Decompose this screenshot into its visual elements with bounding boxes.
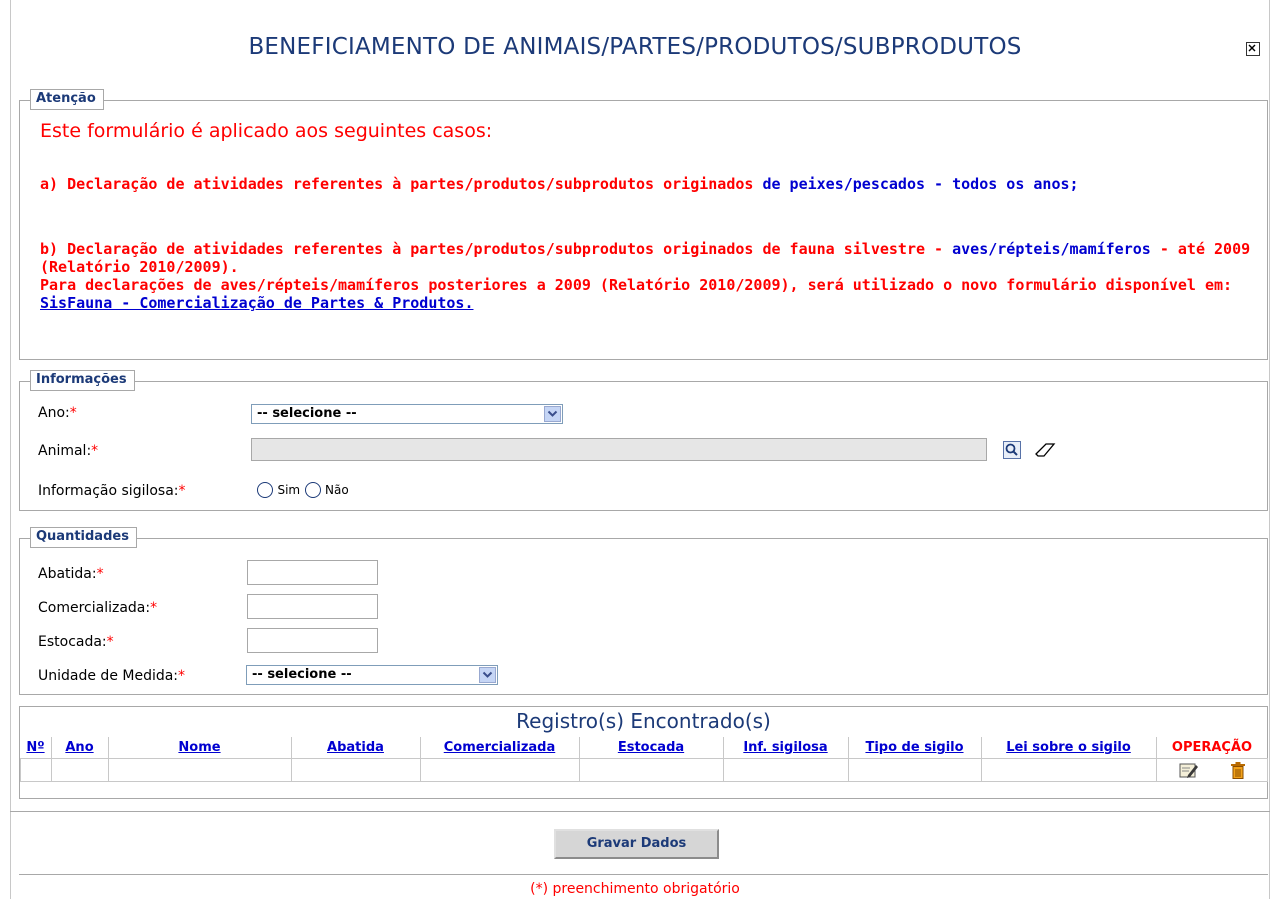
comercializada-label-text: Comercializada: [38,600,151,616]
col-nome[interactable]: Nome [108,737,292,759]
col-inf-sigilosa[interactable]: Inf. sigilosa [723,737,849,759]
chevron-down-icon[interactable] [544,406,561,422]
unidade-label: Unidade de Medida:* [38,668,185,684]
divider [10,811,1270,812]
sigilosa-label-text: Informação sigilosa: [38,483,179,499]
animal-required: * [91,443,99,459]
cell-tipo-sigilo [847,758,982,782]
attention-item-b: b) Declaração de atividades referentes à… [40,240,1265,312]
sim-label: Sim [277,483,301,497]
sim-radio[interactable] [257,482,273,498]
item-a-highlight: de peixes/pescados - todos os anos; [762,175,1079,193]
cell-comercializada [419,758,580,782]
comercializada-input[interactable] [247,594,378,619]
item-a-text: a) Declaração de atividades referentes à… [40,175,754,193]
ano-select[interactable]: -- selecione -- [251,404,563,424]
ano-label: Ano:* [38,405,77,421]
trash-icon[interactable] [1230,761,1246,784]
item-b-highlight: aves/répteis/mamíferos [952,240,1151,258]
estocada-required: * [106,634,114,650]
unidade-required: * [178,668,186,684]
nao-radio[interactable] [304,482,321,498]
quant-legend: Quantidades [30,527,137,548]
cell-numero [20,758,52,782]
col-operacao: OPERAÇÃO [1171,740,1253,755]
eraser-icon[interactable] [1034,442,1056,458]
col-comercializada[interactable]: Comercializada [420,737,580,759]
cell-lei-sigilo [980,758,1157,782]
item-b-text: b) Declaração de atividades referentes à… [40,240,944,258]
col-estocada[interactable]: Estocada [579,737,724,759]
animal-field [251,438,987,461]
abatida-label: Abatida:* [38,566,104,582]
col-abatida[interactable]: Abatida [291,737,421,759]
chevron-down-icon[interactable] [479,667,496,683]
results-table: Nº Ano Nome Abatida Comercializada Estoc… [20,737,1268,782]
ano-label-text: Ano: [38,405,70,421]
footer-divider [19,874,1268,875]
col-numero[interactable]: Nº [20,737,52,759]
animal-label-text: Animal: [38,443,92,459]
edit-icon[interactable] [1179,762,1199,783]
comercializada-required: * [150,600,158,616]
cell-abatida [290,758,421,782]
attention-legend: Atenção [30,89,104,110]
estocada-input[interactable] [247,628,378,653]
sigilosa-required: * [178,483,186,499]
unidade-select-value: -- selecione -- [252,667,352,682]
close-icon[interactable] [1246,42,1260,56]
abatida-input[interactable] [247,560,378,585]
ano-required: * [69,405,77,421]
cell-ano [50,758,109,782]
results-title: Registro(s) Encontrado(s) [516,709,771,733]
search-icon[interactable] [1003,441,1021,459]
estocada-label-text: Estocada: [38,634,107,650]
sisfauna-link[interactable]: SisFauna - Comercialização de Partes & P… [40,294,473,312]
unidade-select[interactable]: -- selecione -- [246,665,498,685]
sigilosa-label: Informação sigilosa:* [38,483,186,499]
table-row [20,758,1268,784]
attention-item-a: a) Declaração de atividades referentes à… [40,175,1265,193]
col-lei-sigilo[interactable]: Lei sobre o sigilo [981,737,1157,759]
col-tipo-sigilo[interactable]: Tipo de sigilo [848,737,982,759]
save-button[interactable]: Gravar Dados [554,829,719,859]
unidade-label-text: Unidade de Medida: [38,668,179,684]
nao-label: Não [325,483,349,497]
sigilosa-options: Sim Não [257,482,349,498]
info-legend: Informações [30,370,135,391]
cell-estocada [578,758,724,782]
results-panel: Registro(s) Encontrado(s) Nº Ano Nome Ab… [19,706,1268,799]
item-b-note: Para declarações de aves/répteis/mamífer… [40,276,1233,294]
quant-fieldset: Quantidades [19,527,1268,695]
abatida-label-text: Abatida: [38,566,97,582]
cell-operacao [1155,758,1268,784]
dialog-title: BENEFICIAMENTO DE ANIMAIS/PARTES/PRODUTO… [248,34,1022,60]
abatida-required: * [96,566,104,582]
estocada-label: Estocada:* [38,634,114,650]
cell-nome [107,758,292,782]
results-header-row: Nº Ano Nome Abatida Comercializada Estoc… [20,737,1268,759]
comercializada-label: Comercializada:* [38,600,157,616]
attention-heading: Este formulário é aplicado aos seguintes… [40,120,493,142]
cell-inf-sigilosa [722,758,849,782]
animal-label: Animal:* [38,443,98,459]
required-footnote: (*) preenchimento obrigatório [530,881,740,897]
ano-select-value: -- selecione -- [257,406,357,421]
col-ano[interactable]: Ano [51,737,109,759]
